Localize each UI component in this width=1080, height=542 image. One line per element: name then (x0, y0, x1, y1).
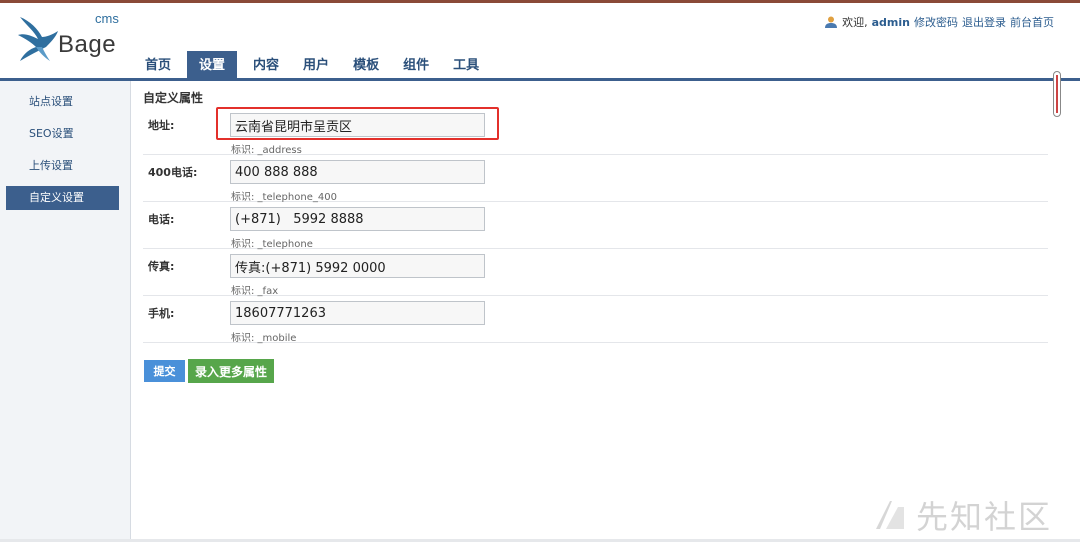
watermark-text: 先知社区 (916, 498, 1053, 536)
sidebar-item-custom-settings[interactable]: 自定义设置 (6, 186, 119, 210)
field-hint: 标识: _address (231, 145, 302, 156)
field-row-fax: 传真: 标识: _fax (143, 249, 1048, 297)
field-hint: 标识: _telephone_400 (231, 192, 337, 203)
scrollbar[interactable] (1053, 71, 1061, 117)
field-hint: 标识: _fax (231, 286, 279, 297)
tab-users[interactable]: 用户 (291, 51, 341, 81)
field-label: 400电话: (148, 166, 198, 179)
field-label: 地址: (148, 119, 175, 132)
field-row-address: 地址: 标识: _address (143, 107, 1048, 156)
logo[interactable]: cms Bage (16, 11, 119, 67)
add-more-attributes-button[interactable]: 录入更多属性 (188, 359, 274, 383)
field-label: 手机: (148, 307, 175, 320)
change-password-link[interactable]: 修改密码 (914, 14, 958, 30)
tab-settings[interactable]: 设置 (187, 51, 238, 81)
header: cms Bage 欢迎, admin 修改密码 退出登录 前台首页 首页 设置 … (0, 3, 1080, 81)
fax-input[interactable] (230, 254, 485, 278)
tab-components[interactable]: 组件 (391, 51, 441, 81)
tab-templates[interactable]: 模板 (341, 51, 391, 81)
tab-content[interactable]: 内容 (241, 51, 291, 81)
scrollbar-thumb[interactable] (1056, 75, 1058, 113)
main-nav: 首页 设置 内容 用户 模板 组件 工具 (133, 51, 491, 81)
tab-tools[interactable]: 工具 (441, 51, 491, 81)
field-label: 电话: (148, 213, 175, 226)
page-title: 自定义属性 (143, 91, 204, 105)
telephone-input[interactable] (230, 207, 485, 231)
sidebar: 站点设置 SEO设置 上传设置 自定义设置 (0, 81, 131, 542)
field-row-mobile: 手机: 标识: _mobile (143, 296, 1048, 344)
bird-logo-icon (18, 17, 58, 61)
sidebar-item-upload-settings[interactable]: 上传设置 (6, 154, 119, 178)
sidebar-item-site-settings[interactable]: 站点设置 (6, 90, 119, 114)
logout-link[interactable]: 退出登录 (962, 14, 1006, 30)
main-content: 自定义属性 地址: 标识: _address 400电话: 标识: _telep… (143, 88, 1048, 383)
watermark: 先知社区 (872, 492, 1052, 538)
address-input[interactable] (230, 113, 485, 137)
mobile-input[interactable] (230, 301, 485, 325)
field-hint: 标识: _telephone (231, 239, 313, 250)
user-icon (825, 16, 838, 28)
front-page-link[interactable]: 前台首页 (1010, 14, 1054, 30)
field-label: 传真: (148, 260, 175, 273)
field-row-telephone: 电话: 标识: _telephone (143, 202, 1048, 250)
telephone-400-input[interactable] (230, 160, 485, 184)
submit-button[interactable]: 提交 (144, 360, 185, 382)
tab-home[interactable]: 首页 (133, 51, 183, 81)
watermark-logo-icon (876, 501, 904, 529)
field-hint: 标识: _mobile (231, 333, 297, 344)
logo-name-text: Bage (58, 31, 117, 58)
form-actions: 提交 录入更多属性 (144, 359, 274, 383)
sidebar-item-seo-settings[interactable]: SEO设置 (6, 122, 119, 146)
user-bar: 欢迎, admin 修改密码 退出登录 前台首页 (824, 14, 1054, 30)
logo-cms-text: cms (95, 11, 119, 26)
header-divider (0, 78, 1080, 81)
username: admin (871, 15, 910, 29)
welcome-text: 欢迎, (842, 16, 868, 29)
field-row-telephone-400: 400电话: 标识: _telephone_400 (143, 155, 1048, 203)
